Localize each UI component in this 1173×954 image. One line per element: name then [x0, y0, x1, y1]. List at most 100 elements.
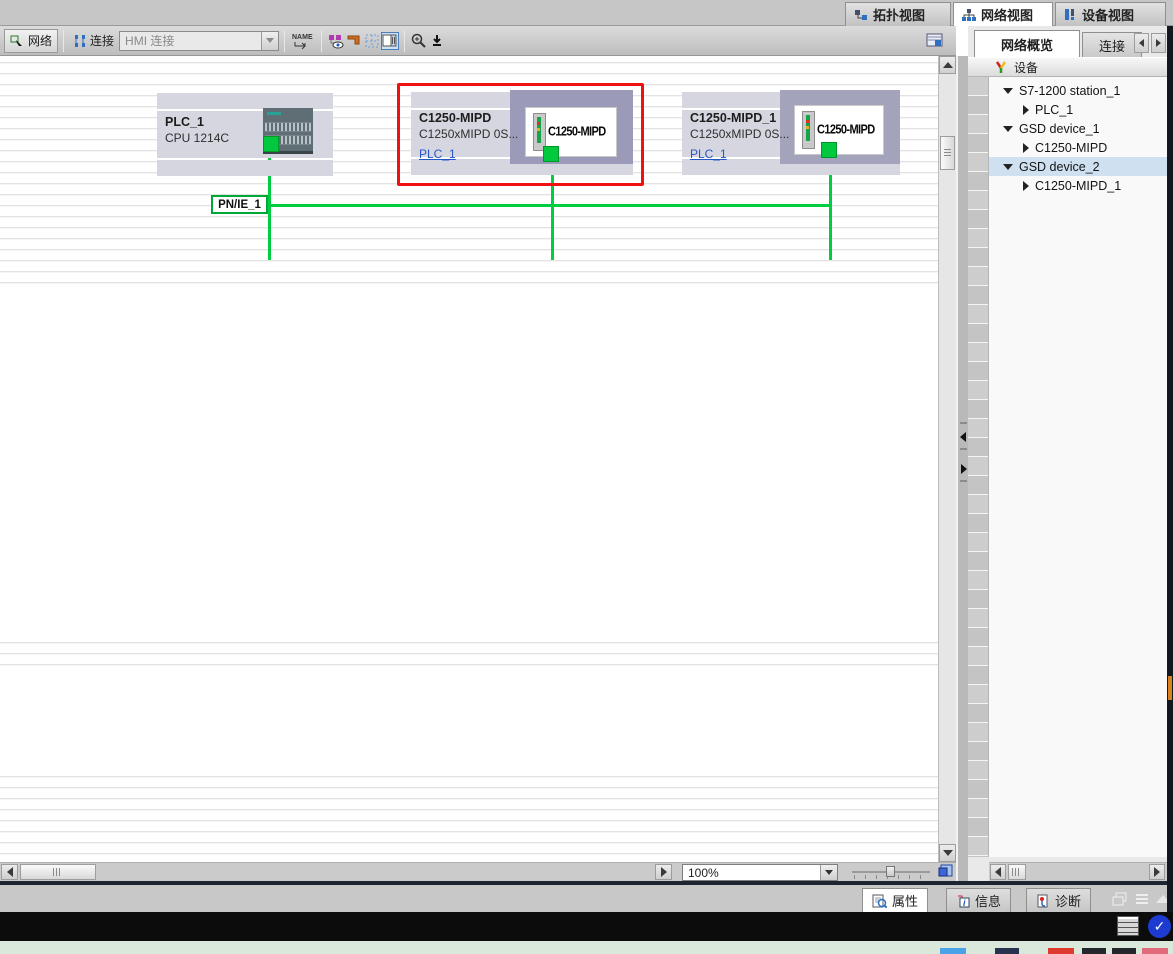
device-title: C1250-MIPD	[419, 111, 491, 125]
overview-header-row[interactable]: 设备	[968, 57, 1167, 77]
overview-tree: S7-1200 station_1 PLC_1 GSD device_1 C12…	[989, 77, 1167, 857]
expander-collapsed-icon[interactable]	[1023, 143, 1029, 153]
overview-panel-toggle-button[interactable]	[381, 32, 399, 50]
tree-row-s7-station[interactable]: S7-1200 station_1	[989, 81, 1167, 100]
taskbar-icon	[1048, 948, 1074, 954]
device-plc1[interactable]: PLC_1 CPU 1214C	[157, 93, 333, 176]
tab-connections[interactable]: 连接	[1082, 32, 1142, 57]
collapse-left-icon[interactable]	[960, 432, 966, 442]
gsd-image-label: C1250-MIPD	[817, 123, 875, 137]
toolbar-separator	[284, 30, 285, 52]
canvas-gridlines	[0, 776, 938, 862]
tab-topology-label: 拓扑视图	[873, 5, 925, 24]
split-editor-button[interactable]	[926, 32, 944, 50]
device-title: PLC_1	[165, 115, 204, 129]
connection-type-combobox[interactable]: HMI 连接	[119, 31, 279, 51]
tree-label: C1250-MIPD	[1035, 141, 1107, 155]
subnet-name-label[interactable]: PN/IE_1	[211, 195, 268, 214]
desktop-strip	[0, 941, 1173, 954]
expander-collapsed-icon[interactable]	[1023, 105, 1029, 115]
slider-knob[interactable]	[886, 866, 895, 877]
tree-row-c1250-mipd[interactable]: C1250-MIPD	[989, 138, 1167, 157]
connections-mode-button[interactable]: 连接	[69, 29, 119, 53]
scroll-up-button[interactable]	[939, 56, 956, 74]
panel-splitter[interactable]	[956, 56, 968, 881]
combobox-dropdown-button[interactable]	[261, 32, 278, 50]
relabel-name-button[interactable]: NAME	[290, 32, 316, 50]
zoom-slider[interactable]	[852, 864, 930, 881]
network-mode-button[interactable]: 网络	[4, 29, 58, 53]
horizontal-scroll-thumb[interactable]	[1008, 864, 1026, 880]
tab-properties-label: 属性	[892, 891, 918, 910]
device-c1250-mipd[interactable]: C1250-MIPD C1250xMIPD 0S... PLC_1 C1250-…	[411, 92, 633, 175]
tab-network-overview[interactable]: 网络概览	[974, 30, 1080, 57]
tree-row-c1250-mipd-1[interactable]: C1250-MIPD_1	[989, 176, 1167, 195]
tab-device-view[interactable]: 设备视图	[1055, 2, 1166, 26]
tree-label: S7-1200 station_1	[1019, 84, 1120, 98]
thumb-grip	[1012, 868, 1021, 876]
device-c1250-mipd-1[interactable]: C1250-MIPD_1 C1250xMIPD 0S... PLC_1 C125…	[682, 92, 900, 175]
tab-scroll-right-button[interactable]	[1151, 33, 1166, 53]
expander-expanded-icon[interactable]	[1003, 164, 1013, 170]
column-header-device: 设备	[1014, 59, 1038, 76]
tab-scroll-left-button[interactable]	[1134, 33, 1149, 53]
zoom-in-icon	[411, 33, 427, 49]
zoom-level-combobox[interactable]: 100%	[682, 864, 838, 881]
gsd-device-image[interactable]: C1250-MIPD	[525, 107, 617, 157]
device-subtitle: C1250xMIPD 0S...	[419, 127, 518, 141]
menu-list-icon[interactable]	[1134, 892, 1150, 906]
tab-diagnostics[interactable]: 诊断	[1026, 888, 1091, 912]
device-plc-link[interactable]: PLC_1	[419, 147, 456, 161]
tab-network-view[interactable]: 网络视图	[953, 2, 1053, 26]
tab-connections-label: 连接	[1099, 36, 1125, 55]
status-check-icon: ✓	[1148, 915, 1171, 938]
scroll-right-button[interactable]	[1149, 864, 1165, 880]
split-editor-icon	[926, 33, 944, 49]
crop-view-button[interactable]	[345, 32, 363, 50]
ethernet-port-green[interactable]	[543, 146, 559, 162]
overview-horizontal-scrollbar[interactable]	[989, 862, 1167, 881]
device-plc-link[interactable]: PLC_1	[690, 147, 727, 161]
horizontal-scroll-thumb[interactable]	[20, 864, 96, 880]
subnet-line-pnie1[interactable]	[240, 204, 832, 207]
portal-view-toggle-icon[interactable]	[1117, 916, 1139, 936]
tree-row-plc1[interactable]: PLC_1	[989, 100, 1167, 119]
zoom-dropdown-button[interactable]	[820, 865, 837, 880]
taskbar-icon	[1082, 948, 1106, 954]
expander-collapsed-icon[interactable]	[1023, 181, 1029, 191]
vertical-scroll-thumb[interactable]	[940, 136, 955, 170]
tab-network-label: 网络视图	[981, 5, 1033, 24]
tree-row-gsd-device-1[interactable]: GSD device_1	[989, 119, 1167, 138]
thumb-grip	[53, 868, 62, 876]
canvas-vertical-scrollbar[interactable]	[938, 56, 956, 862]
float-window-icon[interactable]	[1112, 892, 1128, 906]
device-subtitle: C1250xMIPD 0S...	[690, 127, 789, 141]
scroll-right-button[interactable]	[655, 864, 672, 880]
scroll-down-button[interactable]	[939, 844, 956, 862]
ethernet-port-green[interactable]	[821, 142, 837, 158]
expander-expanded-icon[interactable]	[1003, 88, 1013, 94]
show-address-labels-button[interactable]	[327, 32, 345, 50]
fit-to-view-button[interactable]	[938, 863, 956, 880]
network-mode-label: 网络	[28, 32, 52, 49]
save-view-button[interactable]	[428, 32, 446, 50]
tab-topology-view[interactable]: 拓扑视图	[845, 2, 951, 26]
connections-mode-label: 连接	[90, 32, 114, 49]
zoom-in-button[interactable]	[410, 32, 428, 50]
tab-properties[interactable]: 属性	[862, 888, 928, 912]
ethernet-port-green[interactable]	[263, 136, 279, 152]
device-plc1-footer	[157, 160, 333, 176]
device-view-icon	[1064, 8, 1077, 21]
network-canvas[interactable]: PLC_1 CPU 1214C C1250-MIPD C1250xMIPD 0S…	[0, 56, 938, 862]
scroll-left-button[interactable]	[1, 864, 18, 880]
expander-expanded-icon[interactable]	[1003, 126, 1013, 132]
tree-row-gsd-device-2[interactable]: GSD device_2	[989, 157, 1167, 176]
grid-toggle-button[interactable]	[363, 32, 381, 50]
scroll-left-button[interactable]	[990, 864, 1006, 880]
expand-right-icon[interactable]	[961, 464, 967, 474]
chevron-down-icon	[266, 38, 274, 43]
tab-info[interactable]: i 信息	[946, 888, 1011, 912]
tab-device-label: 设备视图	[1082, 5, 1134, 24]
gsd-device-image[interactable]: C1250-MIPD	[794, 105, 884, 155]
network-overview-panel: 网络概览 连接 设备 S7-1200 station_1 PLC_1 GSD d…	[968, 26, 1167, 881]
